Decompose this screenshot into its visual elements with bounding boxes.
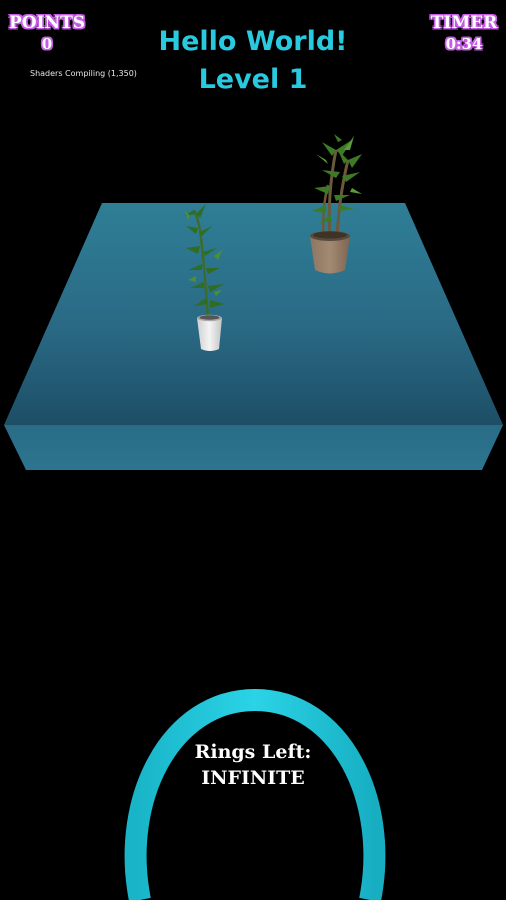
table-front — [4, 425, 503, 470]
shader-status-text: Shaders Compiling (1,350) — [30, 69, 137, 78]
points-panel: POINTS 0 — [4, 12, 90, 54]
toss-ring[interactable] — [124, 688, 386, 900]
timer-panel: TIMER 0:34 — [426, 12, 502, 54]
table-top — [4, 203, 503, 425]
game-viewport[interactable]: POINTS 0 TIMER 0:34 Hello World! Level 1… — [0, 0, 506, 900]
heading-greeting: Hello World! — [158, 26, 348, 57]
points-value: 0 — [41, 35, 53, 53]
points-title: POINTS — [8, 13, 85, 33]
rings-left-value: INFINITE — [201, 767, 305, 789]
timer-title: TIMER — [430, 13, 498, 33]
timer-value: 0:34 — [445, 35, 483, 53]
rings-left-label: Rings Left: — [194, 741, 312, 763]
table — [4, 203, 503, 470]
heading-level: Level 1 — [198, 64, 308, 95]
